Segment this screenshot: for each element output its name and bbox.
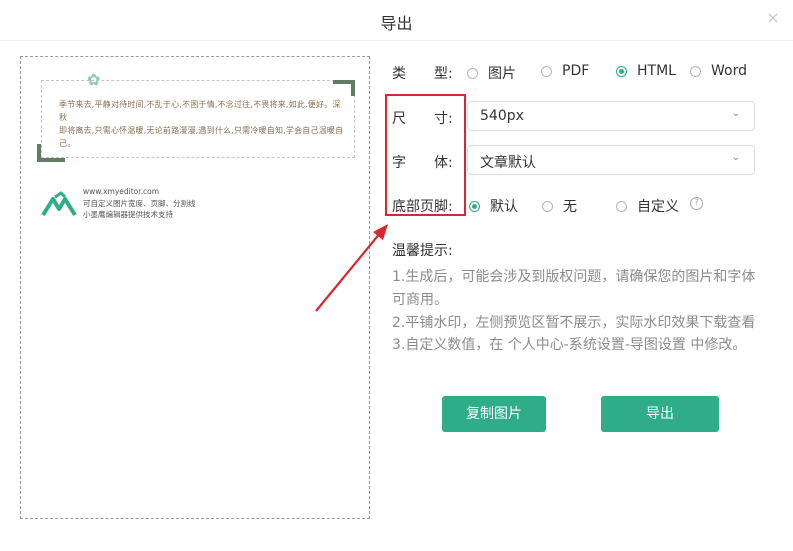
- close-icon[interactable]: ×: [765, 10, 781, 26]
- type-option-label: Word: [711, 63, 747, 79]
- annotation-highlight-box: [385, 94, 466, 216]
- help-icon[interactable]: ?: [690, 197, 703, 210]
- size-select-value: 540px: [480, 108, 524, 124]
- footer-option-label: 无: [563, 199, 577, 215]
- frame-corner-top-right: [333, 80, 355, 96]
- type-option-label: PDF: [562, 63, 590, 79]
- chevron-down-icon: ⌄: [731, 152, 740, 163]
- card-text-line: 己。: [59, 139, 76, 148]
- tip-line: 可商用。: [392, 292, 448, 308]
- dialog-title: 导出: [380, 14, 413, 33]
- type-label: 类 型:: [392, 66, 453, 82]
- brand-logo-icon: [41, 191, 77, 217]
- copy-image-button[interactable]: 复制图片: [442, 396, 546, 432]
- radio-icon: [690, 65, 701, 77]
- footer-option-label: 自定义: [637, 199, 679, 215]
- preview-card-text: 季节来去,平静对待时间,不乱于心,不困于情,不念过往,不畏将来,如此,便好。深秋…: [59, 98, 345, 150]
- tip-line: 2.平铺水印，左侧预览区暂不展示，实际水印效果下载查看: [392, 315, 756, 331]
- footer-option-custom[interactable]: 自定义: [616, 196, 679, 216]
- brand-footer: www.xmyeditor.com 可自定义图片宽度、页脚、分割线 小墨鹰编辑器…: [41, 187, 361, 227]
- radio-icon: [616, 200, 627, 212]
- radio-icon: [467, 67, 478, 79]
- radio-icon: [542, 200, 553, 212]
- tips-title: 温馨提示:: [392, 243, 453, 259]
- chevron-down-icon: ⌄: [731, 108, 740, 119]
- type-option-label: 图片: [488, 66, 516, 82]
- type-option-word[interactable]: Word: [690, 63, 747, 79]
- preview-card: ✿ 季节来去,平静对待时间,不乱于心,不困于情,不念过往,不畏将来,如此,便好。…: [37, 70, 355, 162]
- radio-checked-icon: [616, 65, 627, 77]
- radio-icon: [541, 65, 552, 77]
- brand-url: www.xmyeditor.com: [83, 187, 160, 196]
- card-text-line: 季节来去,平静对待时间,不乱于心,不困于情,不念过往,不畏将来,如此,便好。深秋: [59, 100, 341, 122]
- type-radio-group: 图片 PDF HTML Word: [467, 63, 767, 83]
- dialog-header: 导出 ×: [0, 0, 793, 41]
- footer-option-default[interactable]: 默认: [469, 196, 518, 216]
- type-option-html[interactable]: HTML: [616, 63, 676, 79]
- font-select-value: 文章默认: [480, 155, 536, 171]
- tip-line: 3.自定义数值，在 个人中心-系统设置-导图设置 中修改。: [392, 337, 747, 353]
- type-option-image[interactable]: 图片: [467, 63, 516, 83]
- card-text-line: 即将离去,只需心怀温暖,无论前路漫漫,遇到什么,只需冷暖自知,学会自己温暖自: [59, 126, 344, 135]
- export-button[interactable]: 导出: [601, 396, 719, 432]
- font-select[interactable]: 文章默认 ⌄: [467, 145, 755, 175]
- type-option-label: HTML: [637, 63, 676, 79]
- type-option-pdf[interactable]: PDF: [541, 63, 589, 79]
- radio-checked-icon: [469, 200, 480, 212]
- footer-radio-group: 默认 无 自定义: [469, 196, 709, 216]
- brand-credit: 小墨鹰编辑器提供技术支持: [83, 210, 173, 219]
- size-select[interactable]: 540px ⌄: [467, 101, 755, 131]
- flower-icon: ✿: [87, 70, 101, 89]
- footer-option-label: 默认: [490, 199, 518, 215]
- tip-line: 1.生成后，可能会涉及到版权问题，请确保您的图片和字体: [392, 269, 756, 285]
- brand-desc: 可自定义图片宽度、页脚、分割线: [83, 199, 196, 208]
- footer-option-none[interactable]: 无: [542, 196, 577, 216]
- export-preview: ✿ 季节来去,平静对待时间,不乱于心,不困于情,不念过往,不畏将来,如此,便好。…: [20, 56, 370, 519]
